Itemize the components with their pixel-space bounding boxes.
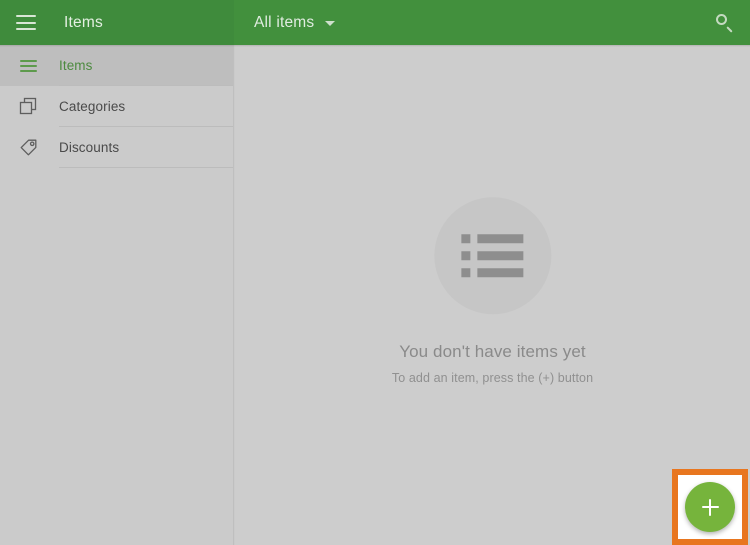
all-items-filter-dropdown[interactable]: All items (254, 13, 336, 32)
copy-layers-icon (16, 96, 40, 118)
empty-state-subtitle: To add an item, press the (+) button (391, 371, 594, 386)
hamburger-menu-icon[interactable] (16, 15, 36, 30)
add-item-fab[interactable] (685, 482, 735, 532)
empty-state: You don't have items yet To add an item,… (392, 197, 593, 385)
app-bar-right-section: All items (234, 0, 750, 45)
placeholder-row (461, 268, 524, 278)
sidebar-item-label: Categories (59, 99, 126, 114)
sidebar-item-items[interactable]: Items (0, 45, 233, 86)
search-icon[interactable] (714, 12, 736, 34)
page-title: Items (64, 13, 103, 31)
sidebar-divider (59, 167, 233, 168)
list-icon (16, 55, 40, 77)
sidebar-item-label: Discounts (59, 140, 120, 155)
sidebar-item-label: Items (59, 58, 93, 73)
sidebar-item-categories[interactable]: Categories (0, 86, 233, 127)
placeholder-row (461, 234, 524, 244)
chevron-down-icon (325, 21, 336, 26)
hamburger-line (16, 21, 36, 24)
hamburger-line (16, 15, 36, 17)
search-icon-handle (726, 25, 733, 33)
search-icon-ring (716, 13, 727, 25)
placeholder-row (461, 251, 524, 261)
plus-icon (708, 498, 712, 516)
sidebar-navigation: Items Categories Discounts (0, 45, 234, 545)
tag-icon (16, 137, 40, 159)
filter-label: All items (254, 13, 315, 31)
app-bar-left-section: Items (0, 0, 234, 45)
sidebar-item-discounts[interactable]: Discounts (0, 127, 233, 168)
empty-state-title: You don't have items yet (399, 342, 586, 362)
app-bar-shadow (0, 45, 750, 47)
list-placeholder-icon (434, 197, 551, 315)
fab-highlight-annotation (672, 469, 748, 545)
app-bar: Items All items (0, 0, 750, 45)
hamburger-line (16, 28, 36, 30)
